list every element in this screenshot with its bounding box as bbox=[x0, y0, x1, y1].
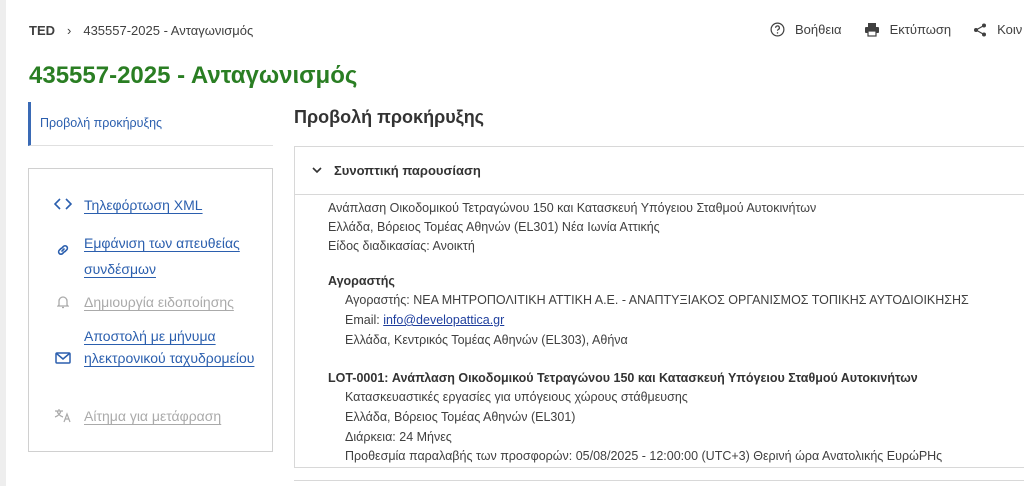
breadcrumb-root-link[interactable]: TED bbox=[29, 23, 55, 38]
buyer-email-label: Email: bbox=[345, 313, 384, 327]
summary-panel-body: Ανάπλαση Οικοδομικού Τετραγώνου 150 και … bbox=[295, 195, 1024, 467]
buyer-heading: Αγοραστής bbox=[328, 274, 395, 288]
breadcrumb-current: 435557-2025 - Ανταγωνισμός bbox=[83, 23, 254, 38]
help-icon bbox=[770, 22, 785, 37]
summary-location-line: Ελλάδα, Βόρειος Τομέας Αθηνών (EL301) Νέ… bbox=[328, 220, 660, 234]
download-xml-label: Τηλεφόρτωση XML bbox=[84, 197, 203, 213]
lot-heading: LOT-0001: Ανάπλαση Οικοδομικού Τετραγώνο… bbox=[328, 371, 918, 385]
mail-icon bbox=[53, 352, 73, 364]
code-icon bbox=[53, 198, 73, 210]
request-translation-label: Αίτημα για μετάφραση bbox=[84, 408, 222, 424]
lot-region-line: Ελλάδα, Βόρειος Τομέας Αθηνών (EL301) bbox=[345, 410, 576, 424]
page-title: 435557-2025 - Ανταγωνισμός bbox=[29, 62, 358, 89]
summary-procedure-line: Είδος διαδικασίας: Ανοικτή bbox=[328, 239, 475, 253]
link-icon bbox=[53, 243, 73, 257]
breadcrumb-separator: › bbox=[67, 23, 72, 38]
buyer-email-line: Email: info@developattica.gr bbox=[345, 313, 504, 327]
buyer-email-link[interactable]: info@developattica.gr bbox=[383, 313, 504, 327]
toolbar: Βοήθεια Εκτύπωση Κοιν bbox=[770, 22, 1022, 37]
buyer-name-line: Αγοραστής: ΝΕΑ ΜΗΤΡΟΠΟΛΙΤΙΚΗ ΑΤΤΙΚΗ Α.Ε.… bbox=[345, 293, 969, 307]
share-button[interactable]: Κοιν bbox=[973, 22, 1022, 37]
translate-icon bbox=[53, 408, 73, 423]
print-button[interactable]: Εκτύπωση bbox=[864, 22, 952, 37]
chevron-down-icon bbox=[312, 167, 322, 174]
print-label: Εκτύπωση bbox=[889, 22, 952, 37]
lot-deadline-line: Προθεσμία παραλαβής των προσφορών: 05/08… bbox=[345, 449, 943, 463]
breadcrumb: TED › 435557-2025 - Ανταγωνισμός bbox=[29, 23, 253, 38]
lot-works-line: Κατασκευαστικές εργασίες για υπόγειους χ… bbox=[345, 390, 688, 404]
show-direct-links-label: Εμφάνιση των απευθείας συνδέσμων bbox=[84, 235, 240, 277]
help-label: Βοήθεια bbox=[795, 22, 842, 37]
next-panel-edge bbox=[294, 480, 1024, 486]
help-button[interactable]: Βοήθεια bbox=[770, 22, 842, 37]
summary-panel: Συνοπτική παρουσίαση Ανάπλαση Οικοδομικο… bbox=[294, 146, 1024, 468]
send-email-label: Αποστολή με μήνυμα ηλεκτρονικού ταχυδρομ… bbox=[84, 328, 255, 366]
left-edge-strip bbox=[0, 0, 6, 486]
printer-icon bbox=[864, 23, 879, 37]
lot-duration-line: Διάρκεια: 24 Μήνες bbox=[345, 430, 452, 444]
actions-panel: Τηλεφόρτωση XML Εμφάνιση των απευθείας σ… bbox=[28, 168, 273, 452]
summary-project-line: Ανάπλαση Οικοδομικού Τετραγώνου 150 και … bbox=[328, 201, 817, 215]
share-icon bbox=[974, 23, 987, 36]
create-alert-label: Δημιουργία ειδοποίησης bbox=[84, 294, 234, 310]
bell-icon bbox=[53, 295, 73, 309]
buyer-address-line: Ελλάδα, Κεντρικός Τομέας Αθηνών (EL303),… bbox=[345, 333, 628, 347]
share-label: Κοιν bbox=[997, 22, 1023, 37]
nav-tab-view-notice[interactable]: Προβολή προκήρυξης bbox=[28, 102, 273, 146]
section-title: Προβολή προκήρυξης bbox=[294, 107, 485, 127]
summary-panel-header[interactable]: Συνοπτική παρουσίαση bbox=[295, 147, 1024, 195]
summary-panel-title: Συνοπτική παρουσίαση bbox=[334, 163, 481, 178]
